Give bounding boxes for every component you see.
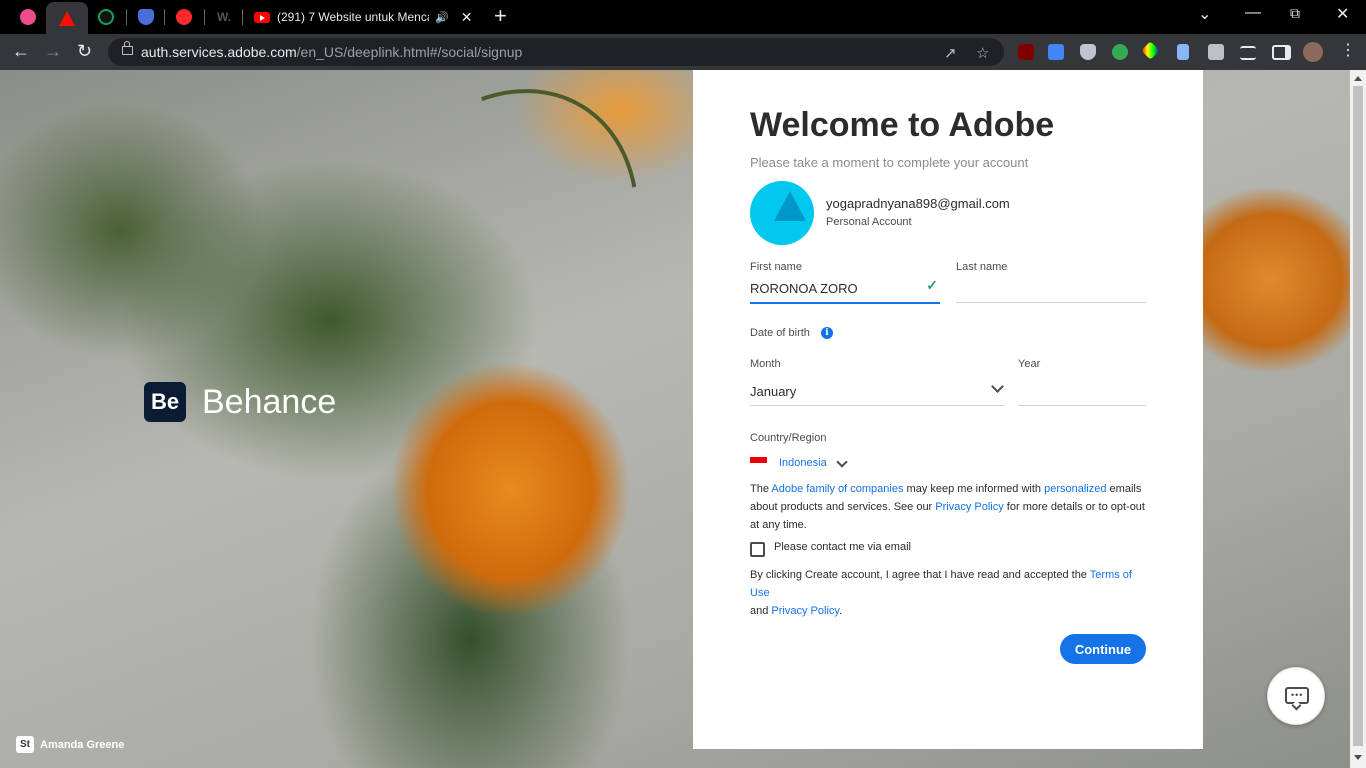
new-tab-button[interactable]: + bbox=[494, 5, 507, 27]
page-scrollbar[interactable] bbox=[1350, 70, 1366, 768]
month-value: January bbox=[750, 384, 797, 399]
continue-button[interactable]: Continue bbox=[1060, 634, 1146, 664]
contact-checkbox-label[interactable]: Please contact me via email bbox=[774, 541, 911, 553]
share-icon[interactable]: ↗ bbox=[944, 44, 957, 62]
page-viewport: Be Behance St Amanda Greene Welcome to A… bbox=[0, 70, 1350, 768]
tab-dribbble[interactable] bbox=[12, 4, 44, 30]
side-panel-icon[interactable] bbox=[1272, 45, 1291, 60]
month-label: Month bbox=[750, 358, 781, 370]
tab-shield[interactable] bbox=[130, 4, 162, 30]
personalized-link[interactable]: personalized bbox=[1044, 483, 1106, 495]
dob-label: Date of birth bbox=[750, 327, 810, 339]
country-select[interactable]: Indonesia bbox=[779, 457, 827, 469]
stock-logo: St bbox=[16, 736, 34, 753]
year-label: Year bbox=[1018, 358, 1041, 370]
tab-separator bbox=[204, 9, 205, 25]
last-name-label: Last name bbox=[956, 261, 1008, 273]
account-email: yogapradnyana898@gmail.com bbox=[826, 196, 1010, 211]
behance-logo: Be bbox=[144, 382, 186, 422]
year-field[interactable] bbox=[1018, 379, 1146, 406]
first-name-label: First name bbox=[750, 261, 802, 273]
checkmark-icon: ✓ bbox=[926, 277, 938, 293]
extensions-puzzle-icon[interactable] bbox=[1208, 44, 1224, 60]
minimize-button[interactable]: — bbox=[1245, 4, 1261, 22]
menu-kebab-icon[interactable]: ⋮ bbox=[1340, 41, 1356, 61]
tab-title: (291) 7 Website untuk Menca bbox=[277, 10, 429, 24]
reload-button[interactable]: ↻ bbox=[77, 41, 92, 61]
behance-branding: Be Behance bbox=[144, 382, 336, 422]
indonesia-flag-icon bbox=[750, 457, 767, 469]
contact-checkbox[interactable] bbox=[750, 542, 765, 557]
tab-youtube[interactable]: (291) 7 Website untuk Menca 🔊 ✕ bbox=[248, 4, 482, 30]
country-label: Country/Region bbox=[750, 432, 827, 444]
chat-icon: ••• bbox=[1285, 687, 1309, 704]
extension-docs-icon[interactable] bbox=[1177, 44, 1189, 60]
chevron-down-icon bbox=[991, 380, 1004, 393]
month-select[interactable]: January bbox=[750, 379, 1004, 406]
last-name-field[interactable] bbox=[956, 276, 1146, 303]
restore-button[interactable]: ⧉ bbox=[1290, 5, 1300, 22]
adobe-family-link[interactable]: Adobe family of companies bbox=[771, 483, 903, 495]
dribbble-icon bbox=[20, 9, 36, 25]
terms-text: By clicking Create account, I agree that… bbox=[750, 569, 1132, 617]
privacy-policy-link[interactable]: Privacy Policy bbox=[935, 501, 1003, 513]
consent-text: The Adobe family of companies may keep m… bbox=[750, 483, 1145, 531]
tab-close-icon[interactable]: ✕ bbox=[461, 9, 473, 26]
scroll-up-arrow-icon[interactable] bbox=[1354, 76, 1362, 81]
tab-search-chevron-icon[interactable]: ⌄ bbox=[1198, 4, 1211, 24]
url-text: auth.services.adobe.com/en_US/deeplink.h… bbox=[141, 44, 523, 60]
chat-button[interactable]: ••• bbox=[1267, 667, 1325, 725]
photo-credit[interactable]: St Amanda Greene bbox=[16, 736, 124, 753]
behance-name: Behance bbox=[202, 382, 337, 421]
tab-separator bbox=[126, 9, 127, 25]
browser-toolbar: ← → ↻ auth.services.adobe.com/en_US/deep… bbox=[0, 34, 1366, 70]
extension-ublock-icon[interactable] bbox=[1018, 44, 1034, 60]
red-circle-icon bbox=[176, 9, 192, 25]
profile-avatar[interactable] bbox=[1303, 42, 1323, 62]
speaker-icon[interactable]: 🔊 bbox=[435, 11, 449, 24]
shield-icon bbox=[138, 9, 154, 25]
scroll-down-arrow-icon[interactable] bbox=[1354, 755, 1362, 760]
privacy-policy-link-2[interactable]: Privacy Policy bbox=[771, 605, 839, 617]
address-bar[interactable]: auth.services.adobe.com/en_US/deeplink.h… bbox=[108, 38, 1004, 66]
country-chevron-down-icon[interactable] bbox=[836, 456, 848, 468]
page-title: Welcome to Adobe bbox=[750, 106, 1055, 144]
media-queue-icon[interactable] bbox=[1240, 46, 1256, 60]
lock-icon[interactable] bbox=[122, 41, 133, 55]
adobe-icon bbox=[59, 10, 75, 26]
bookmark-star-icon[interactable]: ☆ bbox=[976, 44, 989, 62]
forward-button[interactable]: → bbox=[44, 41, 62, 61]
youtube-icon bbox=[254, 11, 270, 23]
info-icon[interactable]: i bbox=[821, 327, 833, 339]
extension-globe-icon[interactable] bbox=[1112, 44, 1128, 60]
signup-card: Welcome to Adobe Please take a moment to… bbox=[693, 70, 1203, 749]
w-icon: W. bbox=[217, 10, 231, 24]
avatar bbox=[750, 181, 814, 245]
extension-translate-icon[interactable] bbox=[1048, 44, 1064, 60]
tab-red[interactable] bbox=[168, 4, 200, 30]
account-type: Personal Account bbox=[826, 216, 912, 228]
tab-separator bbox=[242, 9, 243, 25]
extension-color-icon[interactable] bbox=[1141, 41, 1160, 60]
tab-separator bbox=[164, 9, 165, 25]
close-window-button[interactable]: ✕ bbox=[1336, 4, 1349, 24]
first-name-field[interactable]: RORONOA ZORO ✓ bbox=[750, 276, 940, 304]
back-button[interactable]: ← bbox=[12, 41, 30, 61]
scrollbar-thumb[interactable] bbox=[1353, 86, 1363, 746]
first-name-value: RORONOA ZORO bbox=[750, 281, 858, 296]
tab-adobe[interactable] bbox=[46, 2, 88, 34]
green-globe-icon bbox=[98, 9, 114, 25]
extension-shield-icon[interactable] bbox=[1080, 44, 1096, 60]
photo-credit-name: Amanda Greene bbox=[40, 738, 125, 751]
tab-w[interactable]: W. bbox=[208, 4, 240, 30]
browser-tab-strip: W. (291) 7 Website untuk Menca 🔊 ✕ + ⌄ —… bbox=[0, 0, 1366, 34]
tab-green[interactable] bbox=[90, 4, 122, 30]
page-subtitle: Please take a moment to complete your ac… bbox=[750, 155, 1029, 170]
